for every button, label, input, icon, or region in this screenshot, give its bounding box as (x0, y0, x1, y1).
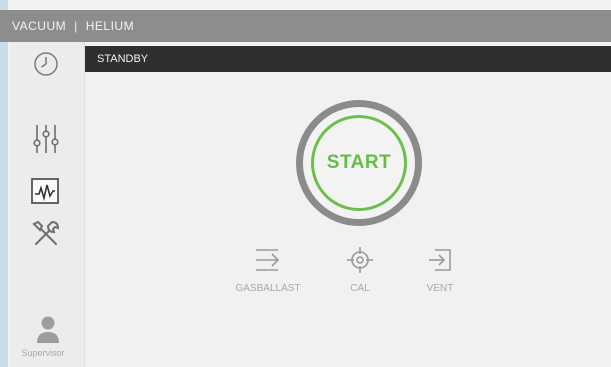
gasballast-label: GASBALLAST (235, 283, 301, 294)
gasballast-button[interactable]: GASBALLAST (226, 246, 310, 294)
crosshair-icon (347, 247, 373, 273)
cal-button[interactable]: CAL (338, 246, 382, 294)
vent-label: VENT (426, 283, 454, 294)
sliders-icon[interactable] (30, 122, 62, 156)
status-text: STANDBY (97, 53, 149, 65)
chart-icon[interactable] (30, 176, 60, 206)
vent-button[interactable]: VENT (414, 246, 466, 294)
start-button-label: START (326, 152, 392, 173)
status-bar: STANDBY (85, 46, 611, 72)
tools-icon[interactable] (30, 218, 62, 250)
tab-helium[interactable]: HELIUM (78, 19, 134, 33)
sidebar (10, 42, 85, 367)
clock-icon[interactable] (32, 50, 60, 78)
user-role-label: Supervisor (21, 348, 65, 358)
tab-separator: | (74, 19, 78, 33)
user-avatar-icon[interactable] (34, 314, 62, 344)
vent-icon (429, 249, 451, 271)
gasballast-icon (256, 249, 280, 271)
start-button-ring: START (311, 115, 407, 211)
tab-vacuum[interactable]: VACUUM (0, 19, 74, 33)
header-bar: VACUUM | HELIUM (0, 10, 611, 42)
cal-label: CAL (350, 283, 370, 294)
start-button[interactable]: START (296, 100, 422, 226)
